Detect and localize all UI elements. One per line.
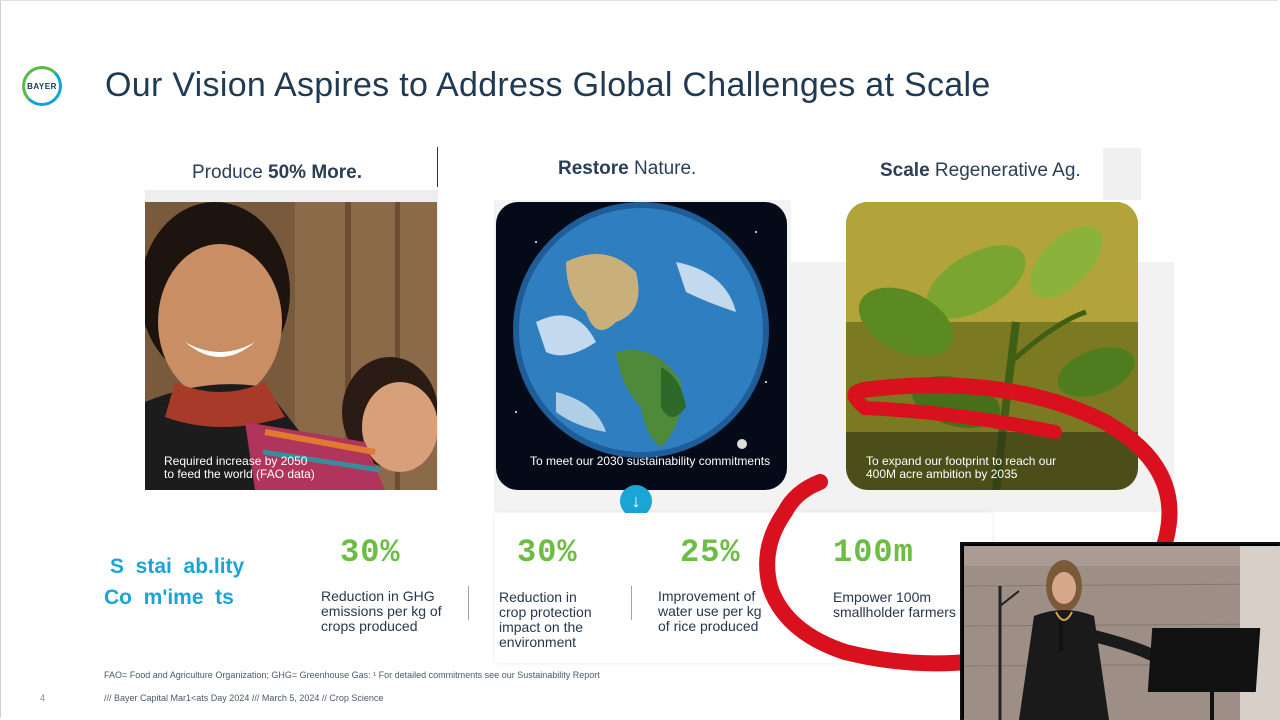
speaker-image [964, 546, 1280, 720]
stat-divider [631, 586, 632, 620]
logo-text: BAYER [27, 81, 57, 91]
stat-line: Reduction in GHG [321, 588, 435, 604]
photo-card-bg [1103, 148, 1141, 200]
photo-caption-restore: To meet our 2030 sustainability commitme… [530, 454, 771, 468]
stat-value: 30% [517, 534, 578, 571]
sustainability-label: S stai ab.lity [110, 555, 245, 578]
column-separator [437, 147, 438, 187]
photo-earth [496, 202, 787, 490]
heading-bold: 50% More. [268, 162, 363, 183]
photo-caption-produce: Required increase by 2050 to feed the wo… [164, 455, 315, 481]
footer-text: /// Bayer Capital Mar1<ats Day 2024 /// … [104, 693, 384, 703]
stat-line: crops produced [321, 618, 418, 634]
speaker-video [960, 542, 1280, 720]
stat-line: environment [499, 634, 577, 650]
stat-description: Reduction in crop protection impact on t… [499, 590, 592, 650]
page-number: 4 [40, 693, 46, 703]
footnote: FAO= Food and Agriculture Organization; … [104, 670, 600, 680]
stat-line: crop protection [499, 604, 592, 620]
stat-value: 30% [340, 534, 401, 571]
stat-line: Reduction in [499, 589, 577, 605]
stat-description: Reduction in GHG emissions per kg of cro… [321, 589, 442, 634]
column-heading-scale: Scale Regenerative Ag. [880, 160, 1081, 182]
caption-line: to feed the world (FAO data) [164, 467, 315, 481]
earth-image [496, 202, 787, 490]
column-heading-produce: Produce 50% More. [192, 162, 362, 184]
column-heading-restore: Restore Nature. [558, 158, 696, 180]
stat-line: Improvement of [658, 588, 756, 604]
speaker-background [964, 546, 1280, 720]
heading-plain: Nature. [628, 158, 697, 179]
commitments-label: Co m'ime ts [104, 586, 234, 609]
stat-line: impact on the [499, 619, 584, 635]
bayer-logo: BAYER [22, 66, 62, 106]
slide-title: Our Vision Aspires to Address Global Cha… [105, 66, 991, 104]
heading-plain: Produce [192, 162, 269, 183]
photo-woman-and-child [145, 202, 437, 490]
stat-line: water use per kg [658, 603, 762, 619]
stat-line: of rice produced [658, 618, 759, 634]
stat-divider [468, 586, 469, 620]
heading-bold: Scale [880, 160, 930, 181]
woman-image [145, 202, 437, 490]
heading-plain: Regenerative Ag. [929, 160, 1081, 181]
stat-value: 25% [680, 534, 741, 571]
heading-bold: Restore [558, 158, 629, 179]
stat-line: emissions per kg of [321, 603, 442, 619]
stat-description: Improvement of water use per kg of rice … [658, 589, 762, 634]
